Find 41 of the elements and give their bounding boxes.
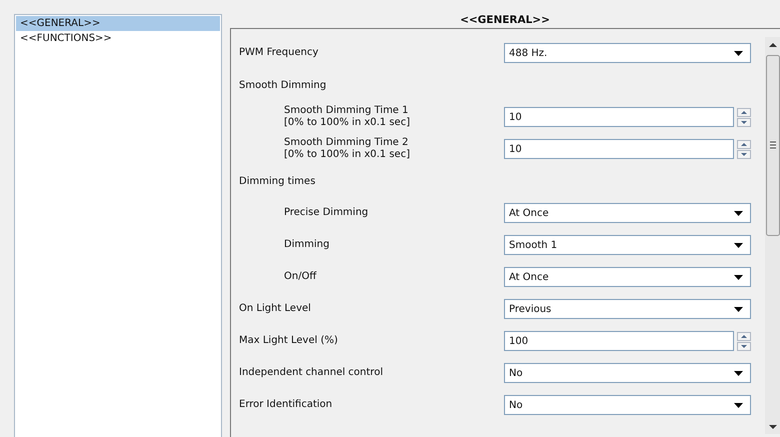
- dropdown[interactable]: At Once: [504, 203, 751, 223]
- dropdown[interactable]: 488 Hz.: [504, 43, 751, 63]
- page-title: <<GENERAL>>: [460, 14, 550, 26]
- dropdown-arrow-icon: [734, 402, 743, 408]
- parameter-label: PWM Frequency: [239, 47, 320, 59]
- dropdown-arrow-icon: [734, 370, 743, 376]
- dropdown[interactable]: No: [504, 363, 751, 383]
- parameter-label: Dimming: [284, 239, 330, 251]
- section-heading: Dimming times: [239, 176, 316, 186]
- dropdown[interactable]: Previous: [504, 299, 751, 319]
- dropdown-arrow-icon: [734, 50, 743, 56]
- spin-down-icon[interactable]: [737, 118, 751, 126]
- range-note: [0% to 100% in x0.1 sec]: [284, 149, 411, 161]
- parameter-label: Precise Dimming: [284, 207, 370, 219]
- dropdown[interactable]: Smooth 1: [504, 235, 751, 255]
- spin-up-icon[interactable]: [737, 140, 751, 148]
- parameter-label: Smooth Dimming Time 2: [284, 137, 410, 149]
- number-field[interactable]: 10: [504, 139, 734, 159]
- parameter-label: Max Light Level (%): [239, 335, 339, 347]
- parameter-label: Error Identification: [239, 399, 334, 411]
- range-note: [0% to 100% in x0.1 sec]: [284, 117, 411, 129]
- parameter-label: Smooth Dimming Time 1: [284, 105, 410, 117]
- spin-up-icon[interactable]: [737, 332, 751, 340]
- parameter-label: On/Off: [284, 271, 318, 283]
- dropdown-arrow-icon: [734, 242, 743, 248]
- spin-up-icon[interactable]: [737, 108, 751, 116]
- parameter-label: Independent channel control: [239, 367, 384, 379]
- dropdown-arrow-icon: [734, 306, 743, 312]
- dropdown-arrow-icon: [734, 274, 743, 280]
- number-field[interactable]: 100: [504, 331, 734, 351]
- section-heading: Smooth Dimming: [239, 80, 326, 90]
- number-field[interactable]: 10: [504, 107, 734, 127]
- dropdown[interactable]: No: [504, 395, 751, 415]
- dropdown-arrow-icon: [734, 210, 743, 216]
- dropdown[interactable]: At Once: [504, 267, 751, 287]
- scrollbar[interactable]: [765, 37, 780, 434]
- spin-down-icon[interactable]: [737, 150, 751, 158]
- parameter-label: On Light Level: [239, 303, 312, 315]
- sidebar-item[interactable]: <<GENERAL>>: [16, 16, 220, 31]
- spin-down-icon[interactable]: [737, 342, 751, 350]
- sidebar-item[interactable]: <<FUNCTIONS>>: [16, 31, 220, 46]
